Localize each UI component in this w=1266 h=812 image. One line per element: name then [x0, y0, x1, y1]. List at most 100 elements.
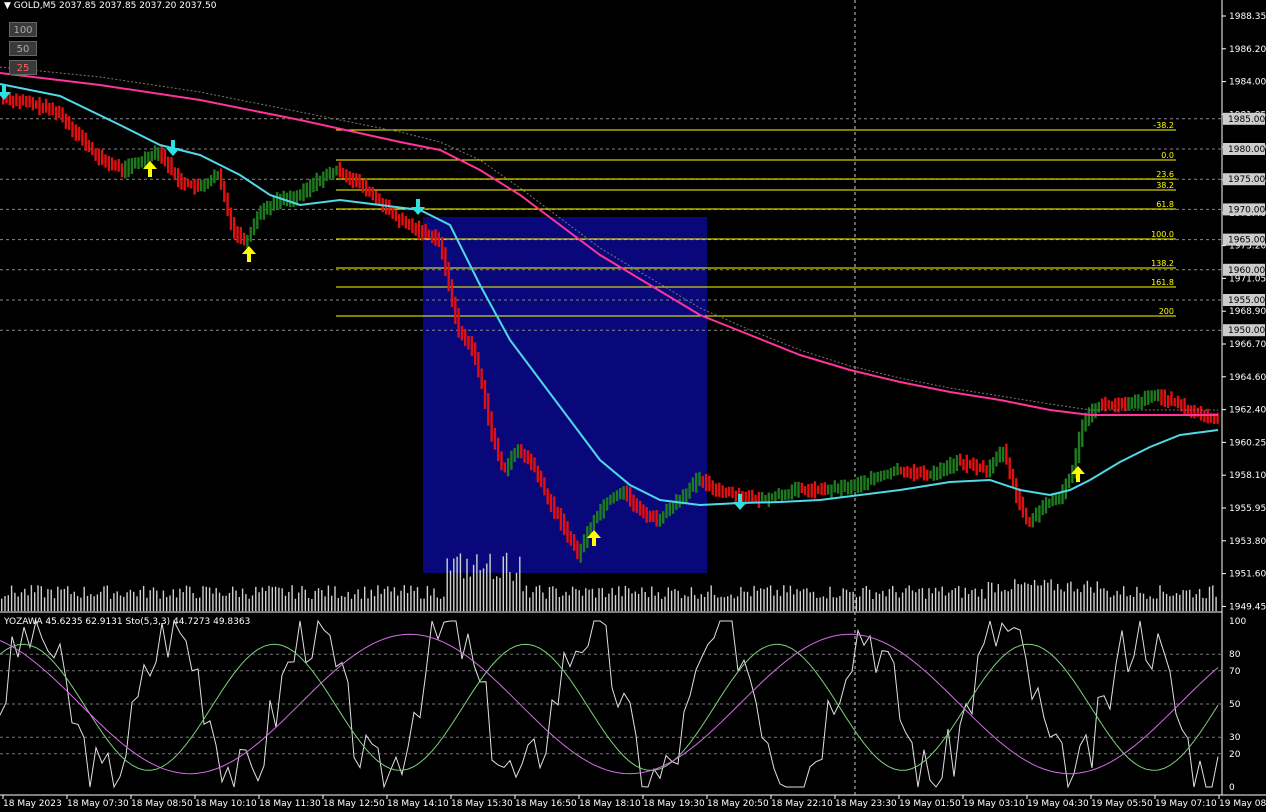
indicator-tick-label: 100: [1229, 617, 1246, 627]
candle-bar: [1183, 398, 1186, 416]
volume-bar: [17, 596, 19, 611]
candle-bar: [724, 487, 728, 498]
candle-bar: [563, 513, 566, 536]
candle-bar: [668, 502, 671, 517]
candle-bar: [414, 222, 417, 236]
candle-bar: [751, 489, 754, 503]
candle-bar: [77, 126, 81, 141]
volume-bar: [545, 598, 547, 611]
price-level-label: 1980.00: [1228, 145, 1265, 155]
volume-bar: [710, 585, 712, 611]
volume-bar: [271, 587, 273, 611]
candle-bar: [58, 105, 61, 118]
volume-bar: [113, 593, 115, 611]
volume-bar: [581, 595, 584, 611]
candle-bar: [440, 236, 444, 260]
volume-bar: [251, 595, 254, 611]
volume-bar: [340, 595, 343, 611]
candle-bar: [497, 437, 500, 461]
volume-bar: [964, 587, 966, 611]
candle-bar: [176, 168, 180, 188]
candle-bar: [869, 470, 873, 485]
dropdown-triangle-icon[interactable]: ▼: [4, 1, 11, 11]
candle-bar: [879, 470, 883, 482]
candle-bar: [374, 190, 378, 205]
candle-bar: [229, 207, 233, 231]
volume-bar: [90, 594, 92, 611]
fib-level-label: 161.8: [1151, 278, 1174, 287]
candle-bar: [355, 173, 358, 188]
candle-bar: [817, 485, 820, 494]
fib-level-label: 138.2: [1151, 259, 1174, 268]
candle-bar: [325, 168, 328, 182]
candle-bar: [919, 466, 922, 478]
candle-bar: [308, 179, 312, 198]
volume-bar: [624, 585, 627, 611]
candle-bar: [94, 148, 97, 161]
candle-bar: [1025, 507, 1028, 525]
volume-bar: [354, 594, 356, 611]
candle-bar: [777, 488, 780, 500]
candle-bar: [134, 157, 137, 169]
volume-bar: [1169, 596, 1171, 611]
volume-bar: [740, 587, 742, 611]
candle-bar: [256, 211, 259, 230]
fib-level-label: 100.0: [1151, 230, 1174, 239]
candle-bar: [434, 229, 437, 246]
volume-bar: [1099, 588, 1102, 611]
candle-bar: [942, 463, 945, 477]
volume-bar: [509, 572, 511, 611]
time-tick-label: 19 May 08:30: [1219, 799, 1266, 809]
volume-bar: [773, 595, 775, 611]
candle-bar: [467, 336, 470, 350]
volume-bar: [802, 589, 805, 611]
zoom-25-button[interactable]: 25: [9, 60, 37, 75]
volume-bar: [119, 595, 122, 611]
volume-bar: [274, 586, 277, 611]
volume-bar: [387, 586, 389, 611]
candle-bar: [1133, 394, 1137, 409]
candle-bar: [860, 475, 863, 493]
volume-bar: [1050, 579, 1052, 611]
candle-bar: [731, 486, 734, 499]
volume-bar: [789, 585, 792, 611]
candle-bar: [299, 189, 302, 201]
candle-bar: [500, 451, 503, 471]
candle-bar: [427, 229, 431, 239]
volume-bar: [1205, 598, 1207, 611]
volume-bar: [519, 556, 521, 611]
volume-bar: [634, 591, 636, 611]
volume-bar: [667, 587, 669, 611]
candle-bar: [1160, 389, 1163, 406]
trading-chart[interactable]: -38.20.023.638.261.8100.0138.2161.820019…: [0, 0, 1266, 812]
volume-bar: [786, 592, 788, 611]
volume-bar: [1017, 583, 1019, 611]
volume-bar: [677, 590, 679, 611]
time-tick-label: 18 May 15:30: [451, 799, 513, 809]
candle-bar: [216, 171, 219, 181]
volume-bar: [261, 587, 264, 611]
candle-bar: [315, 172, 318, 192]
candle-bar: [398, 214, 401, 228]
candle-bar: [417, 220, 421, 240]
candle-bar: [84, 132, 87, 151]
candle-bar: [51, 102, 54, 116]
volume-bar: [1053, 590, 1056, 611]
candle-bar: [130, 158, 134, 174]
time-tick-label: 18 May 2023: [3, 799, 62, 809]
volume-bar: [687, 596, 689, 611]
volume-bar: [1083, 584, 1085, 611]
volume-bar: [100, 591, 102, 611]
zoom-100-button[interactable]: 100: [9, 22, 37, 37]
candle-bar: [1081, 419, 1084, 447]
volume-bar: [585, 588, 587, 611]
candle-bar: [734, 490, 737, 504]
volume-bar: [885, 596, 887, 611]
volume-bar: [730, 594, 732, 611]
volume-bar: [654, 595, 656, 611]
volume-bar: [1106, 590, 1108, 611]
fib-level-label: -38.2: [1153, 121, 1174, 130]
zoom-50-button[interactable]: 50: [9, 41, 37, 56]
stochastic-signal-line: [0, 643, 1219, 771]
volume-bar: [1202, 597, 1204, 611]
